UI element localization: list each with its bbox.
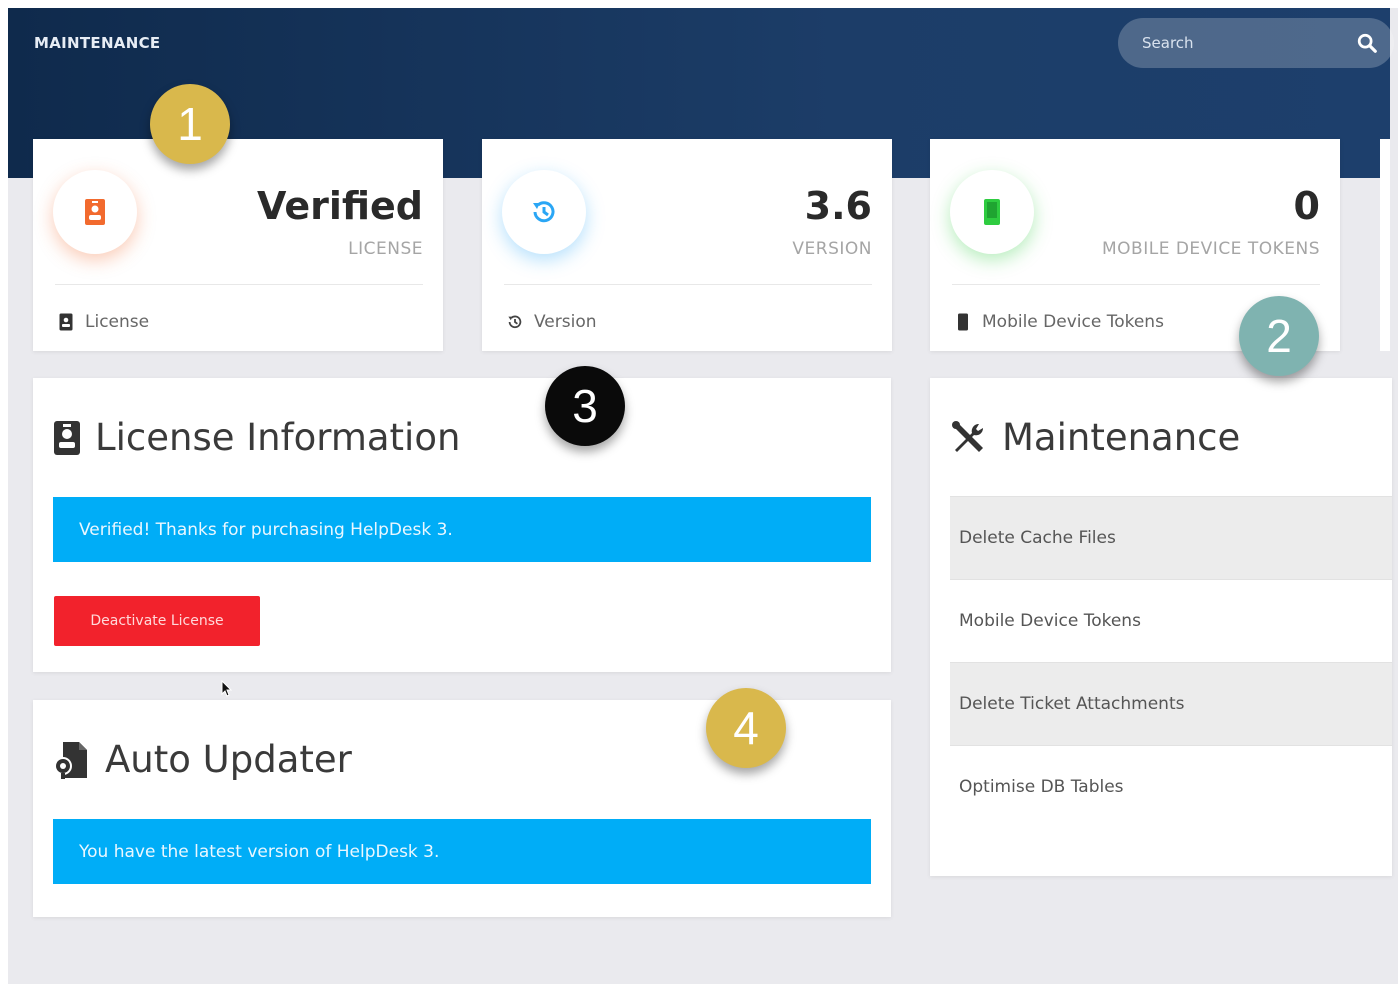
- stat-sublabel: VERSION: [792, 239, 872, 259]
- deactivate-license-button[interactable]: Deactivate License: [54, 596, 260, 646]
- maintenance-item[interactable]: Optimise DB Tables: [950, 745, 1392, 828]
- mobile-icon: [984, 199, 1000, 225]
- stat-value: 3.6: [804, 184, 872, 228]
- divider: [55, 284, 423, 285]
- frame-left: [0, 0, 8, 984]
- page-title: MAINTENANCE: [34, 34, 161, 52]
- maintenance-item[interactable]: Mobile Device Tokens: [950, 579, 1392, 662]
- search-input[interactable]: Search: [1142, 34, 1356, 52]
- frame-top: [0, 0, 1398, 8]
- stat-footer[interactable]: Mobile Device Tokens: [954, 312, 1164, 332]
- stat-footer-label: License: [85, 312, 150, 332]
- license-panel: License Information Verified! Thanks for…: [33, 378, 891, 672]
- stat-icon-circle: [53, 170, 137, 254]
- search-icon[interactable]: [1356, 32, 1378, 54]
- stat-sublabel: MOBILE DEVICE TOKENS: [1102, 239, 1320, 259]
- maintenance-item[interactable]: Delete Cache Files: [950, 496, 1392, 579]
- stat-value: Verified: [256, 184, 423, 228]
- maintenance-panel-title: Maintenance: [1002, 416, 1241, 459]
- stat-card-version: 3.6 VERSION Version: [482, 139, 892, 351]
- partial-card: [1380, 139, 1390, 351]
- callout-badge-3: 3: [545, 366, 625, 446]
- stat-value: 0: [1293, 184, 1320, 228]
- tools-icon: [952, 420, 984, 452]
- maintenance-list: Delete Cache Files Mobile Device Tokens …: [950, 496, 1392, 828]
- stat-footer[interactable]: License: [57, 312, 149, 332]
- callout-badge-2: 2: [1239, 296, 1319, 376]
- updater-alert: You have the latest version of HelpDesk …: [53, 819, 871, 884]
- stat-card-license: Verified LICENSE License: [33, 139, 443, 351]
- divider: [504, 284, 872, 285]
- panel-header: License Information: [53, 416, 460, 459]
- stat-footer-label: Mobile Device Tokens: [982, 312, 1164, 332]
- history-icon: [508, 315, 522, 329]
- panel-header: Auto Updater: [53, 738, 352, 781]
- mobile-icon: [958, 313, 968, 331]
- divider: [952, 284, 1320, 285]
- id-badge-icon: [85, 199, 105, 225]
- panel-header: Maintenance: [950, 416, 1240, 459]
- file-key-icon: [54, 741, 87, 779]
- callout-badge-1: 1: [150, 84, 230, 164]
- callout-badge-4: 4: [706, 688, 786, 768]
- history-icon: [533, 201, 555, 223]
- mouse-cursor-icon: [221, 680, 233, 697]
- stat-icon-circle: [950, 170, 1034, 254]
- license-alert: Verified! Thanks for purchasing HelpDesk…: [53, 497, 871, 562]
- stat-footer[interactable]: Version: [506, 312, 597, 332]
- maintenance-item[interactable]: Delete Ticket Attachments: [950, 662, 1392, 745]
- search-box[interactable]: Search: [1118, 18, 1394, 68]
- updater-panel-title: Auto Updater: [105, 738, 352, 781]
- maintenance-panel: Maintenance Delete Cache Files Mobile De…: [930, 378, 1392, 876]
- id-badge-icon: [54, 420, 80, 455]
- license-panel-title: License Information: [95, 416, 461, 459]
- stat-sublabel: LICENSE: [348, 239, 423, 259]
- id-badge-icon: [59, 313, 73, 331]
- stat-icon-circle: [502, 170, 586, 254]
- stat-footer-label: Version: [534, 312, 597, 332]
